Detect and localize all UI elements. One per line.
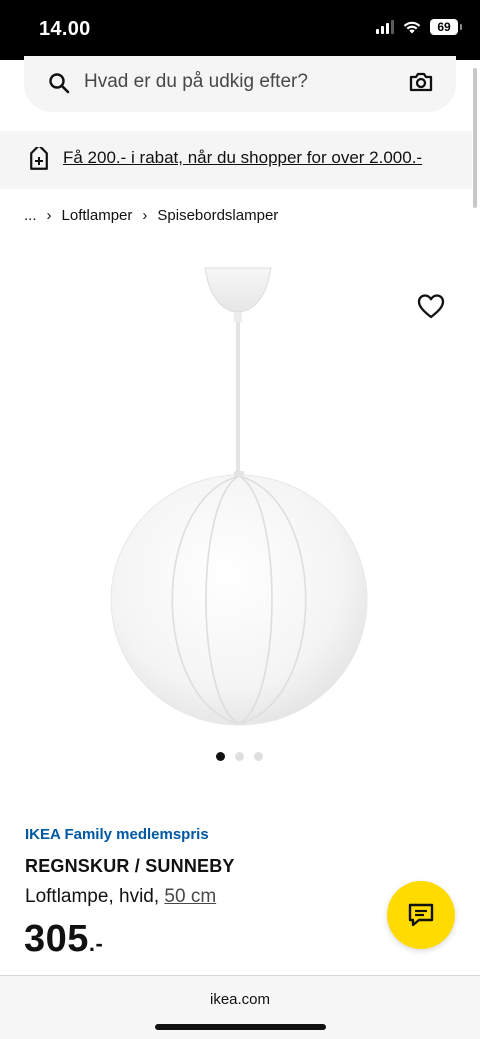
product-name: REGNSKUR / SUNNEBY [25,856,235,876]
promo-link[interactable]: Få 200.- i rabat, når du shopper for ove… [63,148,422,168]
carousel-dot[interactable] [216,752,225,761]
breadcrumb-item-loftlamper[interactable]: Loftlamper [62,207,133,224]
breadcrumb-item-ellipsis[interactable]: ... [24,207,37,224]
chat-button[interactable] [387,881,455,949]
family-price-label: IKEA Family medlemspris [25,826,209,843]
browser-url[interactable]: ikea.com [0,991,480,1008]
carousel-dots[interactable] [216,752,263,761]
size-link[interactable]: 50 cm [164,886,216,907]
product-price: 305.- [24,918,103,961]
home-indicator[interactable] [155,1024,326,1030]
tag-icon [30,147,48,170]
carousel-dot[interactable] [235,752,244,761]
status-bar: 14.00 69 [0,0,480,60]
search-input[interactable] [84,71,384,93]
status-time: 14.00 [39,18,91,40]
chat-icon [408,903,434,927]
product-image[interactable] [0,240,480,750]
price-suffix: .- [88,931,104,956]
camera-icon[interactable] [408,70,434,94]
heart-icon[interactable] [416,292,446,320]
signal-icon [376,20,394,34]
wifi-icon [403,21,421,34]
search-bar[interactable] [24,56,456,112]
battery-icon: 69 [430,19,462,35]
search-icon [49,73,70,94]
status-icons: 69 [376,19,462,35]
product-description: Loftlampe, hvid, 50 cm [25,886,216,908]
product-description-text: Loftlampe, hvid, [25,886,165,907]
breadcrumb-item-spisebordslamper[interactable]: Spisebordslamper [157,207,278,224]
chevron-right-icon: › [46,207,52,224]
page-scrollbar[interactable] [473,68,477,208]
chevron-right-icon: › [142,207,148,224]
carousel-dot[interactable] [254,752,263,761]
price-value: 305 [24,918,89,960]
battery-level: 69 [437,20,451,34]
browser-bottom-bar: ikea.com [0,975,480,1039]
breadcrumb: ... › Loftlamper › Spisebordslamper [24,207,278,224]
promo-banner[interactable]: Få 200.- i rabat, når du shopper for ove… [0,131,472,189]
